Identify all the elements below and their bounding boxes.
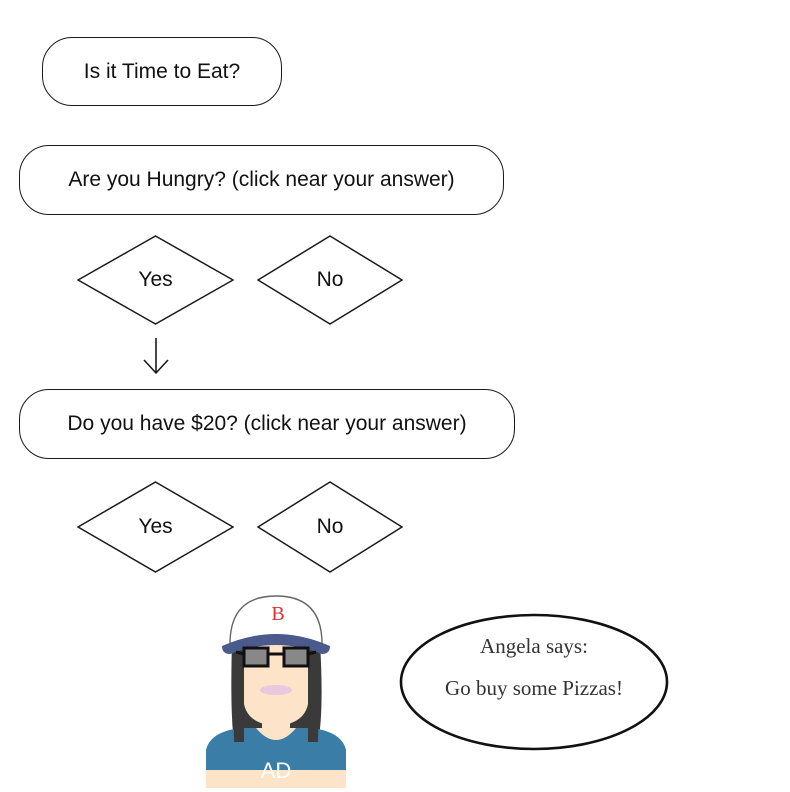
angela-avatar: AD B <box>206 595 346 788</box>
shirt-text: AD <box>261 758 292 783</box>
speech-line-2: Go buy some Pizzas! <box>445 676 623 700</box>
money-no-option[interactable]: No <box>257 481 403 573</box>
glasses-arm-left <box>235 650 245 656</box>
speech-bubble: Angela says: Go buy some Pizzas! <box>398 612 670 752</box>
question-hungry: Are you Hungry? (click near your answer) <box>19 145 504 215</box>
hungry-yes-label: Yes <box>138 268 173 291</box>
glasses-right-lens <box>282 646 310 668</box>
glasses-arm-right <box>307 650 317 656</box>
flow-title-text: Is it Time to Eat? <box>83 59 241 83</box>
money-yes-option[interactable]: Yes <box>77 481 234 573</box>
money-yes-label: Yes <box>138 515 173 538</box>
question-money-text: Do you have $20? (click near your answer… <box>67 412 467 435</box>
hungry-yes-option[interactable]: Yes <box>77 235 234 325</box>
flow-title: Is it Time to Eat? <box>42 37 282 106</box>
hair-right <box>308 644 320 742</box>
mouth-shape <box>260 685 292 695</box>
glasses-left-lens <box>242 646 270 668</box>
hungry-no-option[interactable]: No <box>257 235 403 325</box>
hungry-no-label: No <box>316 268 344 291</box>
question-money: Do you have $20? (click near your answer… <box>19 389 515 459</box>
hair-left <box>232 644 244 742</box>
cap-letter: B <box>271 603 284 625</box>
question-hungry-text: Are you Hungry? (click near your answer) <box>68 168 455 191</box>
down-arrow-icon <box>143 338 169 375</box>
money-no-label: No <box>316 515 344 538</box>
speech-line-1: Angela says: <box>480 634 588 658</box>
